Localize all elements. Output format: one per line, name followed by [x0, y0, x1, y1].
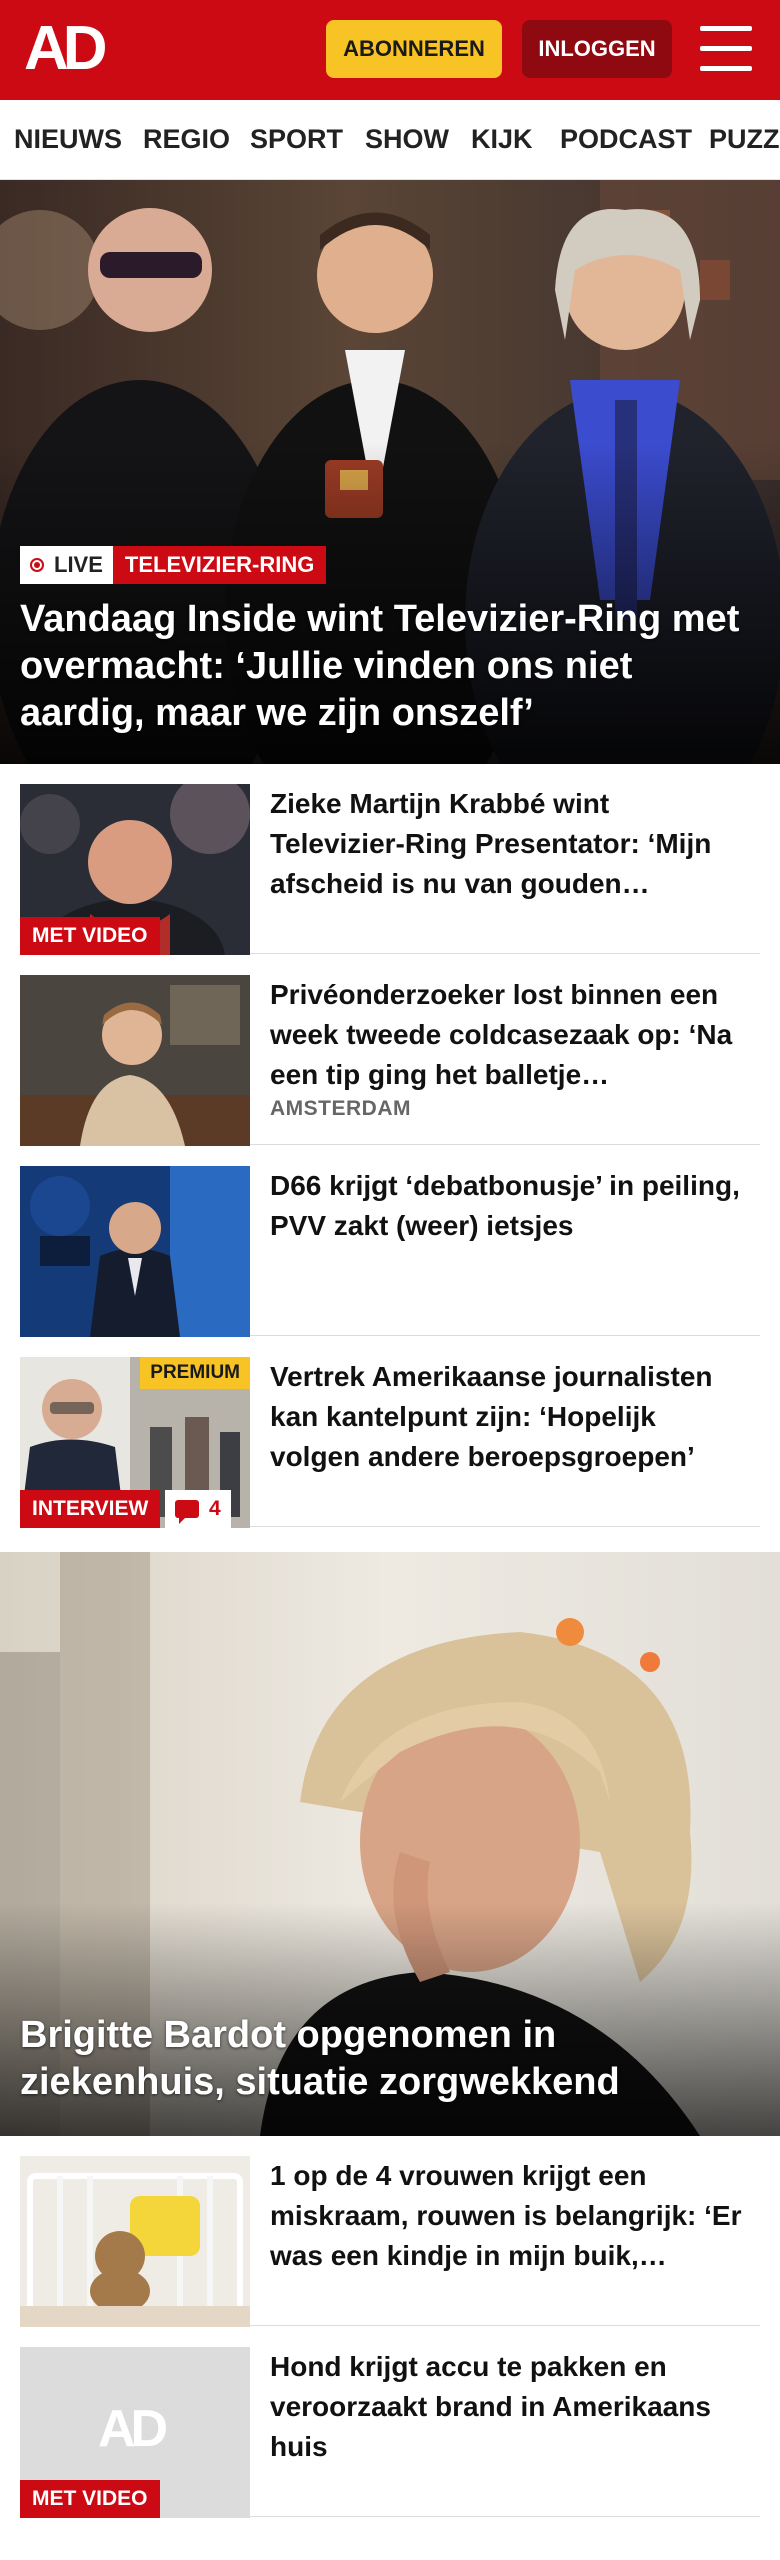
list-item[interactable]: PREMIUM INTERVIEW 4 Vertrek Amerikaanse …	[20, 1337, 760, 1528]
list-item[interactable]: Privéonderzoeker lost binnen een week tw…	[20, 955, 760, 1146]
video-tag: MET VIDEO	[20, 2480, 160, 2518]
live-label: LIVE	[54, 552, 103, 577]
article-thumbnail: PREMIUM INTERVIEW 4	[20, 1357, 250, 1528]
menu-icon[interactable]	[700, 26, 752, 72]
article-thumbnail: AD MET VIDEO	[20, 2347, 250, 2518]
list-item[interactable]: D66 krijgt ‘debatbonusje’ in peiling, PV…	[20, 1146, 760, 1337]
hero-title[interactable]: Vandaag Inside wint Televizier-Ring met …	[20, 596, 760, 737]
list-item[interactable]: 1 op de 4 vrouwen krijgt een miskraam, r…	[20, 2136, 760, 2327]
nav-item-nieuws[interactable]: NIEUWS	[14, 100, 122, 179]
article-title[interactable]: Vertrek Amerikaanse journalisten kan kan…	[270, 1357, 750, 1477]
article-title[interactable]: D66 krijgt ‘debatbonusje’ in peiling, PV…	[270, 1166, 750, 1246]
hero-badges: LIVE TELEVIZIER-RING	[20, 546, 327, 584]
nav-item-sport[interactable]: SPORT	[250, 100, 343, 179]
comment-icon	[175, 1500, 199, 1524]
category-badge: TELEVIZIER-RING	[112, 546, 327, 584]
video-tag: MET VIDEO	[20, 917, 160, 955]
nav-item-podcast[interactable]: PODCAST	[560, 100, 692, 179]
hero-article[interactable]: Brigitte Bardot opgenomen in ziekenhuis,…	[0, 1552, 780, 2136]
article-location: AMSTERDAM	[270, 1097, 411, 1120]
comment-count: 4	[209, 1497, 221, 1520]
article-title[interactable]: Hond krijgt accu te pakken en veroorzaak…	[270, 2347, 750, 2467]
article-title[interactable]: Zieke Martijn Krabbé wint Televizier-Rin…	[270, 784, 750, 904]
list-item[interactable]: MET VIDEO Zieke Martijn Krabbé wint Tele…	[20, 764, 760, 955]
ad-placeholder-logo: AD	[98, 2400, 168, 2458]
article-thumbnail: MET VIDEO	[20, 784, 250, 955]
subscribe-button[interactable]: ABONNEREN	[326, 20, 502, 78]
ad-logo[interactable]: AD	[24, 18, 116, 80]
live-badge: LIVE	[20, 546, 113, 584]
article-thumbnail	[20, 2156, 250, 2327]
nav-item-show[interactable]: SHOW	[365, 100, 449, 179]
hero-article[interactable]: LIVE TELEVIZIER-RING Vandaag Inside wint…	[0, 180, 780, 764]
article-thumbnail	[20, 1166, 250, 1337]
article-thumbnail	[20, 975, 250, 1146]
nav-item-puzzel[interactable]: PUZZ	[709, 100, 780, 179]
login-button[interactable]: INLOGGEN	[522, 20, 672, 78]
top-bar: AD ABONNEREN INLOGGEN	[0, 0, 780, 100]
premium-tag: PREMIUM	[140, 1357, 250, 1389]
nav-item-kijk[interactable]: KIJK	[471, 100, 533, 179]
list-item[interactable]: AD MET VIDEO Hond krijgt accu te pakken …	[20, 2327, 760, 2518]
hero-title[interactable]: Brigitte Bardot opgenomen in ziekenhuis,…	[20, 2012, 760, 2106]
article-title[interactable]: 1 op de 4 vrouwen krijgt een miskraam, r…	[270, 2156, 750, 2276]
section-nav: NIEUWS REGIO SPORT SHOW KIJK PODCAST PUZ…	[0, 100, 780, 180]
article-title[interactable]: Privéonderzoeker lost binnen een week tw…	[270, 975, 750, 1095]
nav-item-regio[interactable]: REGIO	[143, 100, 230, 179]
live-icon	[30, 558, 44, 572]
comments-count[interactable]: 4	[165, 1490, 231, 1528]
interview-tag: INTERVIEW	[20, 1490, 161, 1528]
